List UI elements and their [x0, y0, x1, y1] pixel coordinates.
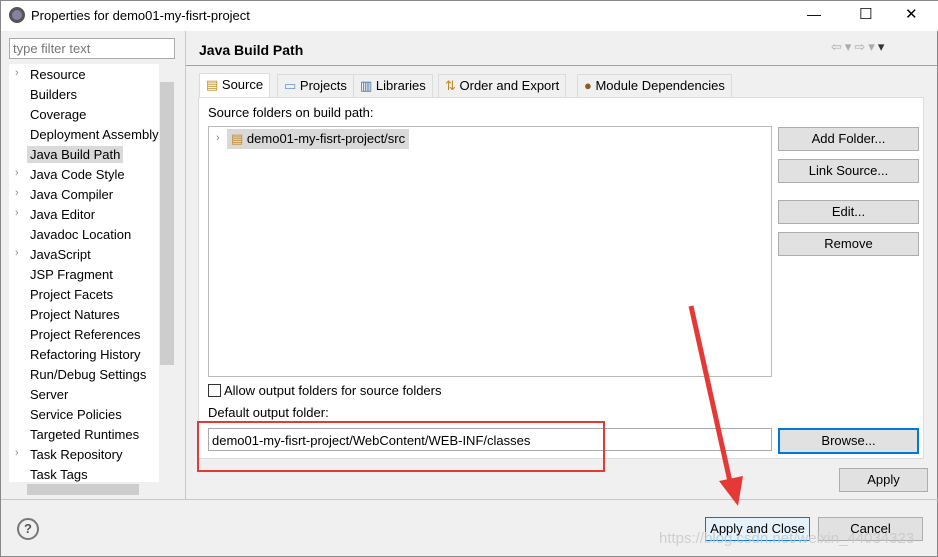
tree-item[interactable]: Java Build Path: [27, 146, 124, 163]
tab-projects[interactable]: ▭ Projects: [277, 74, 354, 97]
tree-item[interactable]: Coverage: [27, 106, 89, 123]
history-nav[interactable]: ⇦▾⇨▾▾: [831, 39, 887, 55]
tree-item[interactable]: Refactoring History: [27, 346, 144, 363]
tab-source[interactable]: ▤ Source: [199, 73, 271, 98]
tree-item[interactable]: Task Repository: [27, 446, 125, 463]
minimize-button[interactable]: —: [807, 6, 821, 22]
tree-item[interactable]: JavaScript: [27, 246, 94, 263]
libraries-icon: ▥: [360, 78, 376, 93]
projects-folder-icon: ▭: [284, 78, 300, 93]
source-folder-item[interactable]: ▤ demo01-my-fisrt-project/src: [227, 129, 410, 149]
edit-button[interactable]: Edit...: [778, 200, 919, 224]
expand-chevron-icon[interactable]: ›: [15, 447, 19, 459]
order-export-icon: ⇅: [445, 78, 460, 93]
tree-item[interactable]: Task Tags: [27, 466, 91, 483]
module-icon: ●: [584, 78, 596, 93]
maximize-button[interactable]: ☐: [859, 5, 872, 23]
tree-item[interactable]: JSP Fragment: [27, 266, 116, 283]
tree-item[interactable]: Java Code Style: [27, 166, 128, 183]
tree-item[interactable]: Server: [27, 386, 71, 403]
tree-item[interactable]: Project References: [27, 326, 144, 343]
remove-button[interactable]: Remove: [778, 232, 919, 256]
horizontal-scrollbar[interactable]: [9, 482, 175, 497]
close-button[interactable]: ✕: [905, 5, 918, 23]
expand-chevron-icon[interactable]: ›: [15, 67, 19, 79]
tab-order-and-export[interactable]: ⇅ Order and Export: [438, 74, 567, 97]
link-source-button[interactable]: Link Source...: [778, 159, 919, 183]
tree-item[interactable]: Java Editor: [27, 206, 98, 223]
tree-item[interactable]: Javadoc Location: [27, 226, 134, 243]
tree-item[interactable]: Run/Debug Settings: [27, 366, 149, 383]
default-output-label: Default output folder:: [208, 405, 329, 420]
expand-chevron-icon[interactable]: ›: [15, 207, 19, 219]
help-icon[interactable]: ?: [17, 518, 39, 540]
annotation-highlight-box: [197, 421, 605, 472]
browse-button[interactable]: Browse...: [778, 428, 919, 454]
page-title: Java Build Path: [199, 42, 304, 58]
source-folders-label: Source folders on build path:: [208, 105, 374, 120]
annotation-arrow: [688, 305, 743, 506]
apply-button[interactable]: Apply: [839, 468, 928, 492]
tree-item[interactable]: Builders: [27, 86, 80, 103]
tab-label: Libraries: [375, 78, 426, 93]
expand-chevron-icon[interactable]: ›: [216, 132, 220, 144]
property-tree: › Resource Builders Coverage Deployment Asse…: [9, 64, 175, 497]
add-folder-button[interactable]: Add Folder...: [778, 127, 919, 151]
source-icon: ▤: [206, 77, 222, 92]
tab-module-dependencies[interactable]: ● Module Dependencies: [577, 74, 732, 97]
watermark: https://blog.csdn.net/weixin_44034323: [659, 530, 915, 547]
tab-label: Projects: [299, 78, 347, 93]
tree-item[interactable]: Resource: [27, 66, 89, 83]
expand-chevron-icon[interactable]: ›: [15, 187, 19, 199]
title-bar: Properties for demo01-my-fisrt-project —…: [1, 1, 938, 31]
tab-label: Source: [221, 77, 264, 92]
vertical-scrollbar[interactable]: [159, 64, 175, 482]
h-scrollbar-thumb[interactable]: [27, 484, 139, 495]
allow-output-label: Allow output folders for source folders: [224, 383, 442, 398]
tab-libraries[interactable]: ▥ Libraries: [353, 74, 433, 97]
tree-item[interactable]: Service Policies: [27, 406, 125, 423]
allow-output-checkbox[interactable]: [208, 384, 221, 397]
scrollbar-thumb[interactable]: [160, 82, 174, 365]
tab-label: Module Dependencies: [595, 78, 725, 93]
tree-item[interactable]: Project Facets: [27, 286, 116, 303]
tree-item[interactable]: Targeted Runtimes: [27, 426, 142, 443]
tree-item[interactable]: Deployment Assembly: [27, 126, 162, 143]
package-folder-icon: ▤: [231, 131, 244, 146]
tree-item[interactable]: Project Natures: [27, 306, 123, 323]
tab-label: Order and Export: [459, 78, 560, 93]
window-title: Properties for demo01-my-fisrt-project: [31, 8, 250, 23]
expand-chevron-icon[interactable]: ›: [15, 247, 19, 259]
expand-chevron-icon[interactable]: ›: [15, 167, 19, 179]
filter-input[interactable]: [9, 38, 175, 59]
eclipse-gear-icon: [9, 7, 25, 23]
tree-item[interactable]: Java Compiler: [27, 186, 116, 203]
